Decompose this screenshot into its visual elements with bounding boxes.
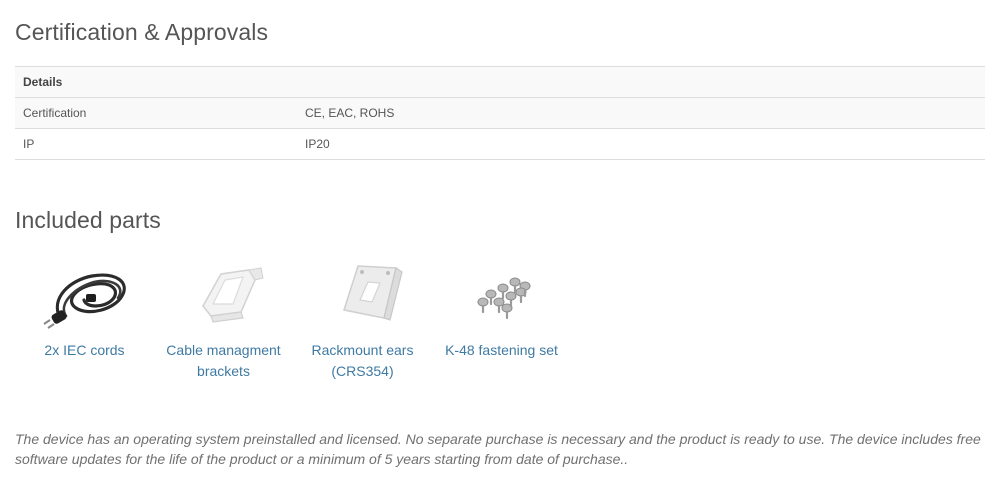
certification-table: Details Certification CE, EAC, ROHS IP I… <box>15 66 985 160</box>
part-label[interactable]: 2x IEC cords <box>15 340 154 361</box>
table-row: IP IP20 <box>15 128 985 160</box>
table-header-details: Details <box>15 66 985 98</box>
part-label[interactable]: Rackmount ears (CRS354) <box>293 340 432 382</box>
power-cord-icon <box>42 273 126 329</box>
part-label[interactable]: K-48 fastening set <box>432 340 571 361</box>
part-iec-cords[interactable]: 2x IEC cords <box>15 258 154 361</box>
row-value-certification: CE, EAC, ROHS <box>297 97 985 129</box>
part-cable-brackets[interactable]: Cable managment brackets <box>154 258 293 382</box>
certification-title: Certification & Approvals <box>15 19 269 45</box>
table-row: Certification CE, EAC, ROHS <box>15 97 985 129</box>
part-fastening-set[interactable]: K-48 fastening set <box>432 258 571 361</box>
cable-bracket-icon <box>201 267 264 323</box>
license-note: The device has an operating system prein… <box>15 431 981 467</box>
part-rackmount-ears[interactable]: Rackmount ears (CRS354) <box>293 258 432 382</box>
rackmount-ear-icon <box>342 265 403 321</box>
part-label[interactable]: Cable managment brackets <box>154 340 293 382</box>
table-header-row: Details <box>15 66 985 98</box>
included-parts-list: 2x IEC cords Cable managment brackets Ra… <box>15 258 615 388</box>
screws-icon <box>477 277 530 320</box>
row-label-certification: Certification <box>15 97 297 129</box>
row-value-ip: IP20 <box>297 128 985 160</box>
row-label-ip: IP <box>15 128 297 160</box>
included-parts-title: Included parts <box>15 207 161 233</box>
